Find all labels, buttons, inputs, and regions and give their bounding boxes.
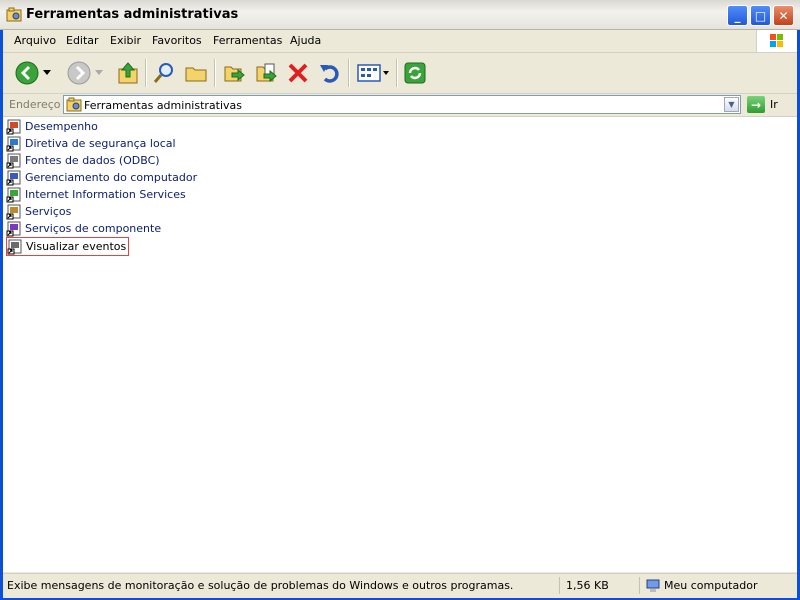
- undo-icon[interactable]: [316, 59, 344, 87]
- menu-bar: Arquivo Editar Exibir Favoritos Ferramen…: [3, 30, 797, 53]
- file-list: Desempenho Diretiva de segurança local Fon…: [3, 117, 797, 572]
- file-item-label: Desempenho: [25, 120, 98, 133]
- menu-favoritos[interactable]: Favoritos: [152, 34, 202, 47]
- computer-management-shortcut-icon: [6, 170, 22, 186]
- toolbar-separator: [145, 59, 147, 87]
- file-item-label: Gerenciamento do computador: [25, 171, 198, 184]
- performance-shortcut-icon: [6, 119, 22, 135]
- status-size: 1,56 KB: [559, 577, 639, 594]
- copy-to-icon[interactable]: [252, 59, 280, 87]
- computer-icon: [646, 579, 660, 593]
- back-dropdown-icon[interactable]: [41, 59, 53, 87]
- sync-icon[interactable]: [401, 59, 429, 87]
- status-zone-label: Meu computador: [664, 579, 758, 592]
- services-shortcut-icon: [6, 204, 22, 220]
- file-item-label: Serviços de componente: [25, 222, 162, 235]
- status-bar: Exibe mensagens de monitoração e solução…: [3, 573, 797, 598]
- forward-icon[interactable]: [65, 59, 93, 87]
- event-viewer-shortcut-icon: [7, 239, 23, 255]
- folders-icon[interactable]: [182, 59, 210, 87]
- search-icon[interactable]: [150, 59, 178, 87]
- toolbar-separator: [214, 59, 216, 87]
- file-item-label: Visualizar eventos: [26, 240, 127, 253]
- file-item[interactable]: Visualizar eventos: [6, 237, 130, 256]
- admin-tools-icon: [6, 7, 22, 23]
- odbc-shortcut-icon: [6, 153, 22, 169]
- explorer-window: Ferramentas administrativas _ □ ✕ Arquiv…: [0, 0, 800, 600]
- forward-dropdown-icon: [93, 59, 105, 87]
- address-label: Endereço: [9, 98, 61, 111]
- move-to-icon[interactable]: [220, 59, 248, 87]
- component-services-shortcut-icon: [6, 221, 22, 237]
- file-item[interactable]: Gerenciamento do computador: [6, 169, 197, 186]
- toolbar: [3, 53, 797, 94]
- menu-arquivo[interactable]: Arquivo: [14, 34, 56, 47]
- file-item-label: Internet Information Services: [25, 188, 186, 201]
- iis-shortcut-icon: [6, 187, 22, 203]
- status-zone: Meu computador: [639, 577, 797, 594]
- file-item[interactable]: Serviços: [6, 203, 71, 220]
- delete-icon[interactable]: [284, 59, 312, 87]
- window-title: Ferramentas administrativas: [26, 7, 239, 22]
- go-arrow-icon[interactable]: →: [747, 96, 765, 113]
- go-button[interactable]: Ir: [770, 98, 778, 111]
- maximize-button[interactable]: □: [750, 5, 771, 26]
- file-item-label: Diretiva de segurança local: [25, 137, 176, 150]
- title-bar[interactable]: Ferramentas administrativas _ □ ✕: [0, 0, 800, 30]
- menu-exibir[interactable]: Exibir: [110, 34, 141, 47]
- address-input[interactable]: Ferramentas administrativas ▼: [63, 95, 741, 114]
- toolbar-separator: [348, 59, 350, 87]
- address-bar: Endereço Ferramentas administrativas ▼ →…: [3, 94, 797, 117]
- file-item[interactable]: Internet Information Services: [6, 186, 186, 203]
- file-item[interactable]: Fontes de dados (ODBC): [6, 152, 160, 169]
- toolbar-separator: [396, 59, 398, 87]
- security-policy-shortcut-icon: [6, 136, 22, 152]
- menu-editar[interactable]: Editar: [66, 34, 99, 47]
- file-item-label: Fontes de dados (ODBC): [25, 154, 160, 167]
- address-dropdown-icon[interactable]: ▼: [724, 97, 739, 112]
- admin-tools-icon: [66, 97, 82, 116]
- menu-ferramentas[interactable]: Ferramentas: [213, 34, 282, 47]
- windows-logo-icon: [756, 30, 797, 52]
- menu-ajuda[interactable]: Ajuda: [290, 34, 321, 47]
- minimize-button[interactable]: _: [727, 5, 748, 26]
- close-button[interactable]: ✕: [773, 5, 794, 26]
- up-icon[interactable]: [114, 59, 142, 87]
- file-item-label: Serviços: [25, 205, 72, 218]
- file-item[interactable]: Desempenho: [6, 118, 98, 135]
- file-item[interactable]: Serviços de componente: [6, 220, 161, 237]
- views-icon[interactable]: [355, 59, 391, 87]
- address-value: Ferramentas administrativas: [84, 99, 243, 112]
- file-item[interactable]: Diretiva de segurança local: [6, 135, 176, 152]
- back-icon[interactable]: [13, 59, 41, 87]
- status-message: Exibe mensagens de monitoração e solução…: [7, 579, 514, 592]
